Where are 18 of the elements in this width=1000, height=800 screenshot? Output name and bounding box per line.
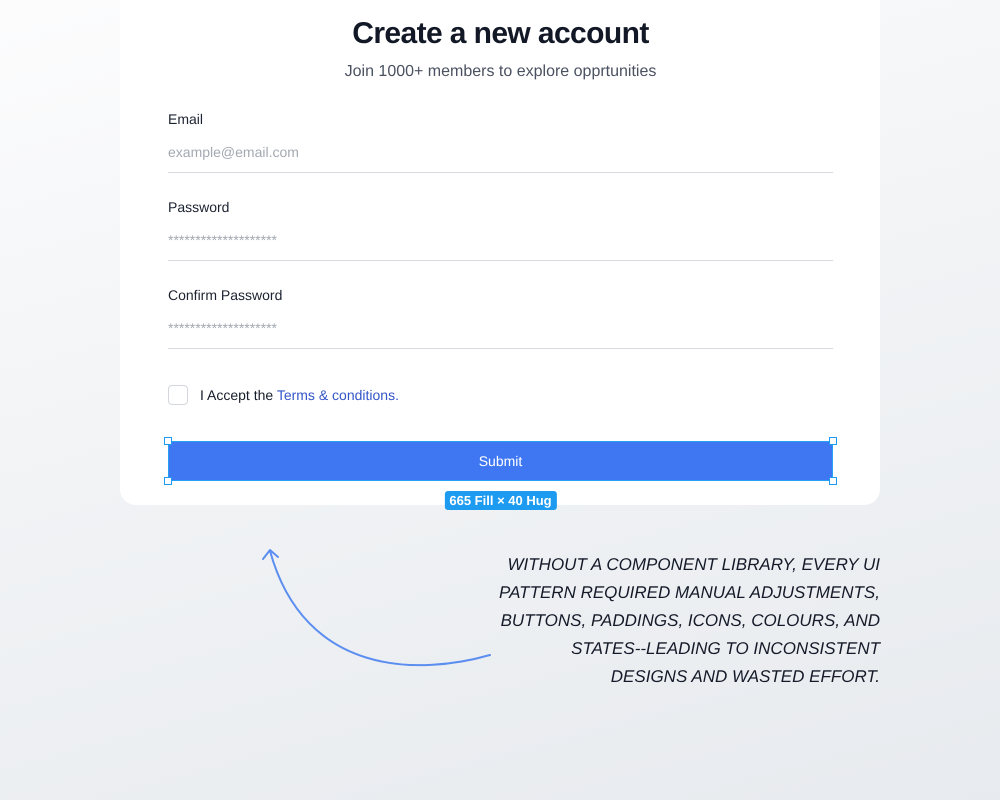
size-label: 665 Fill × 40 Hug bbox=[444, 491, 557, 510]
resize-handle[interactable] bbox=[164, 477, 172, 485]
checkbox[interactable] bbox=[168, 385, 188, 405]
input-field[interactable]: ******************** bbox=[168, 219, 833, 261]
resize-handle[interactable] bbox=[164, 437, 172, 445]
input-field[interactable]: example@email.com bbox=[168, 131, 833, 173]
field-label: Email bbox=[168, 110, 204, 129]
field-label: Password bbox=[168, 198, 230, 217]
submit-button[interactable]: Submit bbox=[168, 441, 833, 481]
form-title: Create a new account bbox=[351, 16, 650, 52]
terms-link[interactable]: Terms & conditions. bbox=[276, 387, 399, 403]
input-field[interactable]: ******************** bbox=[168, 307, 833, 349]
resize-handle[interactable] bbox=[829, 437, 837, 445]
annotation-text: WITHOUT A COMPONENT LIBRARY, EVERY UI PATTERN REQUIRED MANUAL ADJUSTMENTS, BUTTONS, PADDINGS, ICONS, COLOURS, AND STATES--LEADING TO INCONSISTENT DESIGNS AND WASTED EFFORT. bbox=[499, 554, 880, 688]
form-subtitle: Join 1000+ members to explore opprtunities bbox=[344, 62, 658, 82]
resize-handle[interactable] bbox=[829, 477, 837, 485]
terms-text: I Accept the Terms & conditions. bbox=[200, 386, 399, 405]
field-label: Confirm Password bbox=[168, 286, 282, 305]
